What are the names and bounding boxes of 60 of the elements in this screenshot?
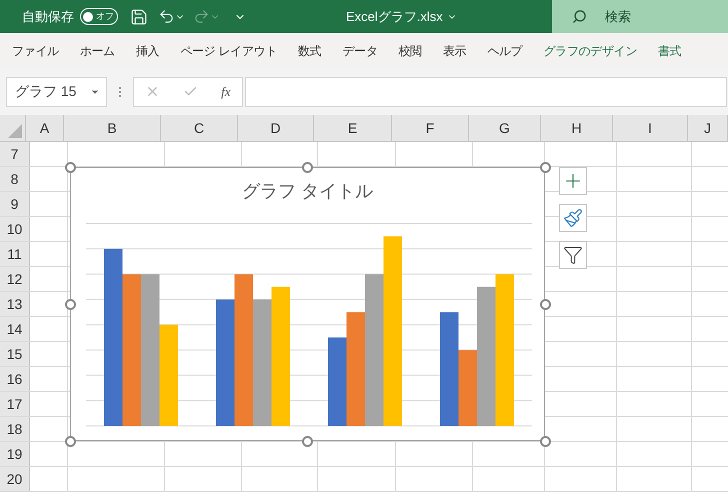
column-header[interactable]: A [26,115,64,141]
search-field[interactable]: 検索 [552,0,728,33]
row-header[interactable]: 14 [0,317,30,341]
ribbon-tab[interactable]: 表示 [442,42,466,60]
row-header[interactable]: 10 [0,217,30,241]
formula-input[interactable] [245,76,727,106]
name-box[interactable]: グラフ 15 [6,76,107,106]
autosave-label: 自動保存 [22,8,74,26]
chart-filter-button[interactable] [559,241,587,269]
resize-handle[interactable] [540,436,551,447]
paintbrush-icon [563,208,583,228]
ribbon-tab[interactable]: 挿入 [136,42,160,60]
chart-style-button[interactable] [559,204,587,232]
chart-title: グラフ タイトル [242,180,373,203]
row-header[interactable]: 12 [0,267,30,291]
column-header[interactable]: B [64,115,161,141]
ribbon-tab[interactable]: データ [342,42,378,60]
column-header[interactable]: I [613,115,688,141]
resize-handle[interactable] [540,162,551,173]
filter-icon [563,245,583,265]
row-header[interactable]: 8 [0,167,30,191]
row-header[interactable]: 17 [0,392,30,416]
column-header[interactable]: C [161,115,238,141]
row-header[interactable]: 11 [0,242,30,266]
ribbon-tab[interactable]: 数式 [298,42,322,60]
column-header[interactable]: F [392,115,469,141]
resize-handle[interactable] [302,162,313,173]
column-header[interactable]: E [314,115,392,141]
row-header[interactable]: 20 [0,467,30,491]
column-header[interactable]: J [688,115,728,141]
undo-icon[interactable] [158,8,175,25]
row-header[interactable]: 16 [0,367,30,391]
column-header[interactable]: G [469,115,541,141]
chart-area[interactable]: グラフ タイトル [70,167,545,441]
resize-handle[interactable] [302,436,313,447]
save-icon[interactable] [130,8,148,26]
ribbon-tab[interactable]: グラフのデザイン [543,42,638,60]
autosave-toggle[interactable]: オフ [80,8,118,25]
resize-handle[interactable] [540,299,551,310]
ribbon-tab[interactable]: ページ レイアウト [180,42,277,60]
ribbon-tab[interactable]: ファイル [12,42,59,60]
add-element-button[interactable] [559,167,587,195]
resize-handle[interactable] [65,436,76,447]
row-header[interactable]: 19 [0,442,30,466]
row-header[interactable]: 7 [0,142,30,166]
ribbon-tab[interactable]: ホーム [80,42,115,60]
file-name[interactable]: Excelグラフ.xlsx [346,6,443,26]
row-header[interactable]: 13 [0,292,30,316]
insert-function-button[interactable]: fx [221,82,231,102]
row-header[interactable]: 9 [0,192,30,216]
row-header[interactable]: 15 [0,342,30,366]
column-header[interactable]: D [238,115,314,141]
row-header[interactable]: 18 [0,417,30,441]
ribbon-tab[interactable]: ヘルプ [487,42,522,60]
search-icon [572,9,587,24]
resize-handle[interactable] [65,162,76,173]
ribbon-tab[interactable]: 書式 [658,42,682,60]
ribbon-tab[interactable]: 校閲 [398,42,422,60]
resize-handle[interactable] [65,299,76,310]
column-header[interactable]: H [541,115,613,141]
